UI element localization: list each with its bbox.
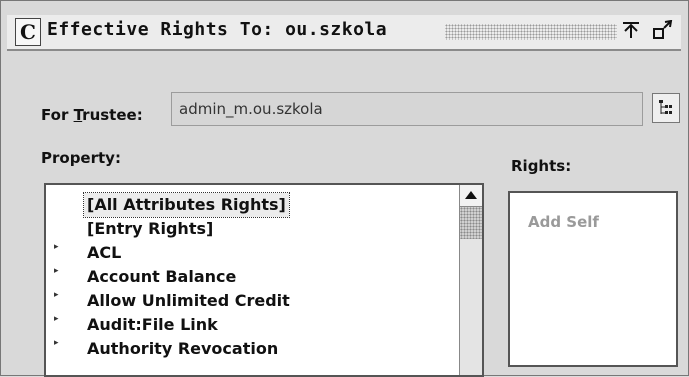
property-item-label: [Entry Rights] <box>87 219 214 238</box>
window-menu-icon[interactable]: C <box>15 18 41 46</box>
expand-triangle-icon[interactable]: ▸ <box>54 339 59 348</box>
property-heading: Property: <box>41 149 121 167</box>
title-bar[interactable]: C Effective Rights To: ou.szkola <box>7 15 681 51</box>
scroll-up-button[interactable] <box>460 185 482 207</box>
restore-button[interactable] <box>651 19 675 42</box>
property-list-item[interactable]: ▸ Authority Revocation <box>46 337 460 361</box>
restore-icon <box>653 19 673 39</box>
trustee-value: admin_m.ou.szkola <box>179 100 323 118</box>
property-list-item[interactable]: [All Attributes Rights] <box>46 192 460 218</box>
rights-panel: Add Self <box>508 191 678 367</box>
property-list-item[interactable]: ▸ Account Balance <box>46 265 460 289</box>
property-list-item[interactable]: ▸ ACL <box>46 241 460 265</box>
expand-triangle-icon[interactable]: ▸ <box>54 315 59 324</box>
effective-rights-dialog: C Effective Rights To: ou.szkola For Tru… <box>0 0 689 377</box>
property-item-label: Account Balance <box>87 267 237 286</box>
expand-triangle-icon[interactable]: ▸ <box>54 267 59 276</box>
trustee-label: For Trustee: <box>41 106 143 124</box>
scroll-thumb[interactable] <box>460 207 482 239</box>
trustee-field[interactable]: admin_m.ou.szkola <box>171 92 643 126</box>
rights-heading: Rights: <box>511 157 572 175</box>
property-list-item[interactable]: ▸ Allow Unlimited Credit <box>46 289 460 313</box>
property-item-label: Authority Revocation <box>87 339 279 358</box>
browse-trustee-button[interactable] <box>652 93 680 123</box>
property-list-item[interactable]: ▸ Audit:File Link <box>46 313 460 337</box>
property-item-label: Allow Unlimited Credit <box>87 291 290 310</box>
browse-tree-icon <box>659 100 672 114</box>
minimize-arrow-icon <box>623 22 639 38</box>
rights-item-add-self[interactable]: Add Self <box>528 213 599 231</box>
expand-triangle-icon[interactable]: ▸ <box>54 243 59 252</box>
minimize-button[interactable] <box>619 20 643 42</box>
property-list-item[interactable]: [Entry Rights] <box>46 217 460 241</box>
scroll-up-arrow-icon <box>465 191 477 199</box>
expand-triangle-icon[interactable]: ▸ <box>54 291 59 300</box>
property-item-label: ACL <box>87 243 122 262</box>
property-item-label: Audit:File Link <box>87 315 218 334</box>
property-list[interactable]: [All Attributes Rights] [Entry Rights] ▸ AC… <box>44 183 484 377</box>
property-list-scrollbar[interactable] <box>459 185 482 375</box>
title-bar-grip <box>445 24 617 40</box>
property-item-label: [All Attributes Rights] <box>83 192 290 218</box>
window-title: Effective Rights To: ou.szkola <box>47 19 388 40</box>
